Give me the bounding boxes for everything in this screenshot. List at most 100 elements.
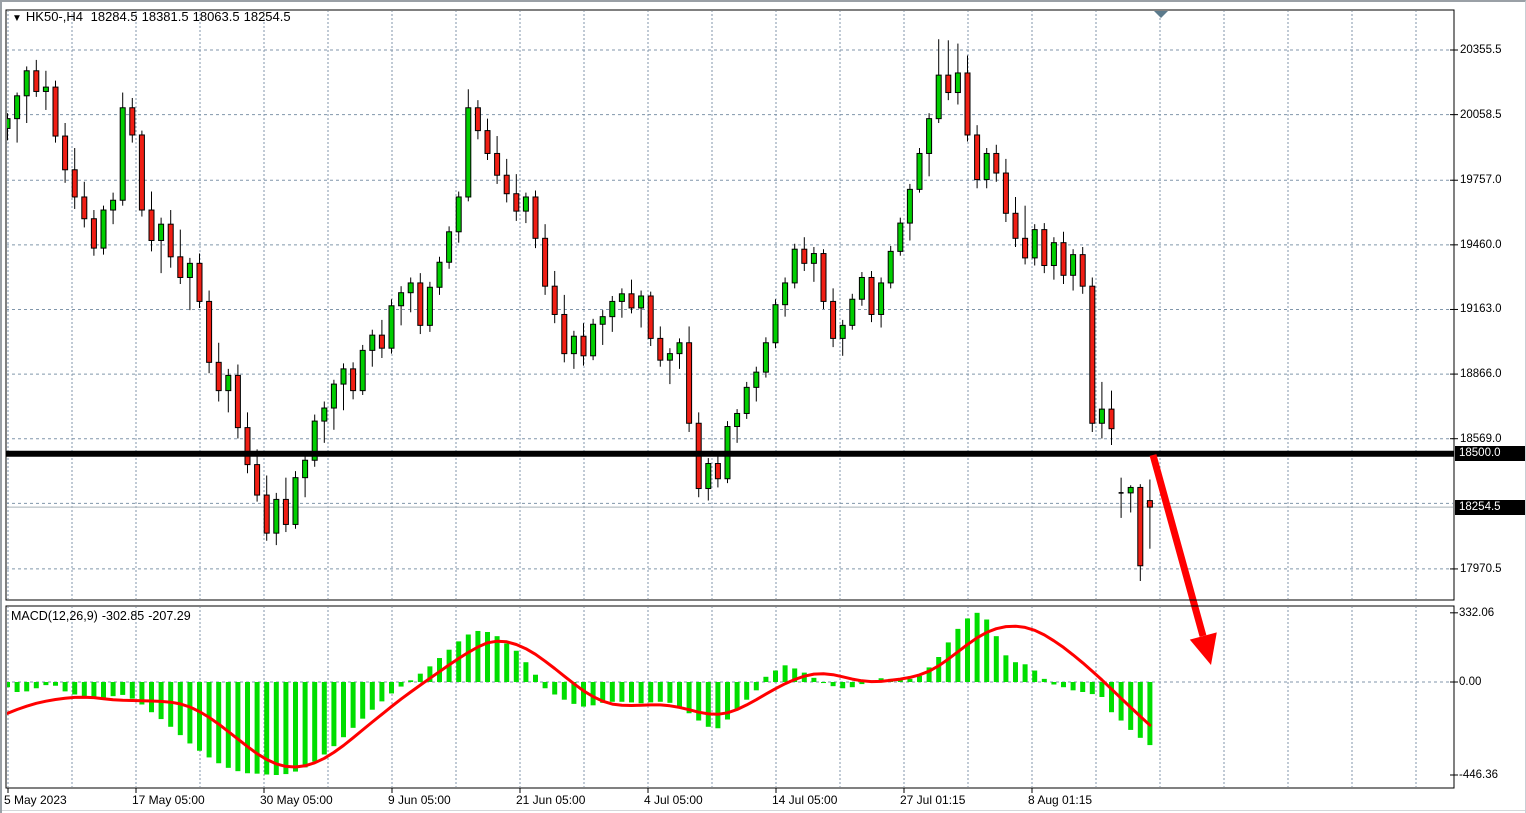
macd-histogram-bar [965, 618, 970, 682]
macd-histogram-bar [466, 635, 471, 683]
bearish-candle [264, 495, 269, 533]
macd-histogram-bar [1080, 682, 1085, 692]
chart-canvas[interactable] [2, 2, 1526, 813]
macd-histogram-bar [1071, 682, 1076, 690]
bearish-candle [802, 249, 807, 263]
bearish-candle [1003, 173, 1008, 213]
macd-histogram-bar [763, 677, 768, 682]
bearish-candle [562, 314, 567, 353]
macd-histogram-bar [274, 682, 279, 775]
bearish-candle [351, 369, 356, 391]
bearish-candle [485, 131, 490, 154]
date-axis-label: 4 Jul 05:00 [644, 793, 703, 807]
macd-histogram-bar [735, 682, 740, 709]
bearish-candle [283, 499, 288, 524]
bullish-candle [1128, 487, 1133, 492]
macd-histogram-bar [408, 680, 413, 682]
macd-histogram-bar [283, 682, 288, 774]
bullish-candle [15, 96, 20, 119]
price-axis-label: 20355.5 [1460, 43, 1502, 57]
macd-histogram-bar [1099, 682, 1104, 697]
bullish-candle [466, 108, 471, 197]
macd-histogram-bar [667, 682, 672, 703]
bearish-candle [495, 153, 500, 175]
macd-histogram-bar [514, 651, 519, 682]
bullish-candle [293, 478, 298, 525]
macd-main-value: -302.85 [102, 609, 144, 623]
main-pane-grid [6, 10, 1454, 600]
macd-histogram-bar [303, 682, 308, 767]
bearish-candle [994, 153, 999, 173]
macd-histogram-bar [63, 682, 68, 691]
macd-histogram-bar [639, 682, 644, 703]
macd-axis-label: -446.36 [1459, 768, 1498, 782]
macd-histogram-bar [34, 682, 39, 688]
bearish-candle [581, 336, 586, 356]
macd-histogram-bar [120, 682, 125, 695]
macd-histogram-bar [235, 682, 240, 771]
macd-histogram-bar [72, 682, 77, 695]
macd-histogram-bar [187, 682, 192, 743]
macd-histogram-bar [744, 682, 749, 700]
macd-histogram-bar [475, 631, 480, 682]
bullish-candle [408, 283, 413, 293]
bullish-candle [370, 335, 375, 350]
macd-series [5, 613, 1152, 775]
bearish-candle [130, 108, 135, 135]
bullish-candle [917, 153, 922, 189]
macd-histogram-bar [168, 682, 173, 727]
price-axis-label: 19460.0 [1460, 238, 1502, 252]
date-axis-label: 30 May 05:00 [260, 793, 333, 807]
macd-histogram-bar [840, 682, 845, 688]
bullish-candle [120, 108, 125, 200]
macd-histogram-bar [581, 682, 586, 707]
macd-histogram-bar [677, 682, 682, 707]
bullish-candle [619, 294, 624, 302]
macd-histogram-bar [543, 682, 548, 688]
bearish-candle [63, 136, 68, 170]
symbol-period-label: HK50-,H4 [26, 9, 83, 24]
macd-histogram-bar [821, 682, 826, 683]
macd-signal-value: -207.29 [148, 609, 190, 623]
bearish-candle [687, 343, 692, 424]
chart-dropdown-icon[interactable]: ▼ [12, 13, 22, 24]
bearish-candle [831, 301, 836, 338]
date-axis-label: 5 May 2023 [4, 793, 67, 807]
bullish-candle [667, 354, 672, 361]
ohlc-high: 18381.5 [142, 9, 189, 24]
bullish-candle [984, 153, 989, 179]
ohlc-close: 18254.5 [244, 9, 291, 24]
price-axis-label: 19163.0 [1460, 302, 1502, 316]
bullish-candle [898, 223, 903, 251]
macd-histogram-bar [1023, 664, 1028, 682]
current-bar-marker-icon [1154, 11, 1168, 18]
bullish-candle [850, 299, 855, 325]
bullish-candle [303, 460, 308, 477]
trend-arrow-annotation[interactable] [1153, 455, 1217, 665]
arrow-shaft [1153, 455, 1203, 636]
bearish-candle [514, 194, 519, 211]
bullish-candle [447, 232, 452, 262]
bullish-candle [1071, 255, 1076, 276]
bearish-candle [72, 170, 77, 197]
macd-histogram-bar [197, 682, 202, 751]
price-axis-label: 18866.0 [1460, 367, 1502, 381]
macd-histogram-bar [1013, 662, 1018, 682]
macd-histogram-bar [936, 657, 941, 682]
macd-histogram-bar [111, 682, 116, 696]
macd-histogram-bar [619, 682, 624, 702]
macd-histogram-bar [946, 642, 951, 682]
bearish-candle [379, 335, 384, 348]
bullish-candle [322, 408, 327, 421]
arrow-head [1190, 632, 1217, 665]
bearish-candle [475, 108, 480, 131]
macd-histogram-bar [360, 682, 365, 719]
macd-histogram-bar [783, 665, 788, 682]
bearish-candle [34, 71, 39, 92]
bullish-candle [360, 350, 365, 390]
bullish-candle [610, 301, 615, 316]
macd-histogram-bar [255, 682, 260, 774]
macd-axis-label: 332.06 [1459, 606, 1494, 620]
bearish-candle [216, 362, 221, 390]
price-axis-label: 18569.0 [1460, 432, 1502, 446]
